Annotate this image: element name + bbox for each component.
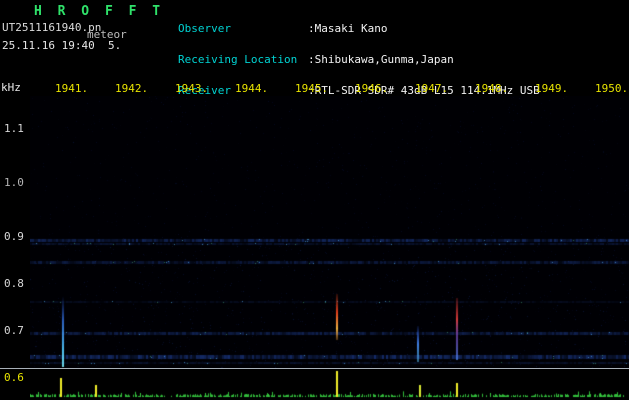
frequency-tick-label: 1.0 [4,176,24,189]
timestamp: 25.11.16 19:40 5. [2,39,122,52]
location-label: Receiving Location [178,53,298,67]
app-title: H R O F F T [34,4,165,19]
time-tick-label: 1947. [415,82,449,95]
spectrogram [30,96,629,368]
location-value: :Shibukawa,Gunma,Japan [308,53,454,67]
time-tick-label: 1941. [55,82,89,95]
frequency-tick-label: 1.1 [4,122,24,135]
info-row-observer: Observer :Masaki Kano [178,21,540,35]
separator-line [0,368,629,369]
time-tick-label: 1948. [475,82,509,95]
y-axis-unit: kHz [1,81,21,94]
observer-label: Observer [178,21,231,35]
time-tick-label: 1950. [595,82,629,95]
observer-value: :Masaki Kano [308,21,388,35]
signal-level-graph [30,370,629,400]
time-tick-label: 1945. [295,82,329,95]
frequency-tick-label: 0.7 [4,324,24,337]
time-tick-label: 1943. [175,82,209,95]
info-row-location: Receiving Location :Shibukawa,Gunma,Japa… [178,53,540,67]
frequency-tick-label: 0.9 [4,230,24,243]
time-tick-label: 1949. [535,82,569,95]
time-tick-label: 1946. [355,82,389,95]
frequency-tick-label: 0.8 [4,277,24,290]
time-tick-label: 1942. [115,82,149,95]
time-tick-label: 1944. [235,82,269,95]
frequency-tick-label: 0.6 [4,371,24,384]
hrofft-window: H R O F F T UT2511161940.pn meteor 25.11… [0,0,629,400]
